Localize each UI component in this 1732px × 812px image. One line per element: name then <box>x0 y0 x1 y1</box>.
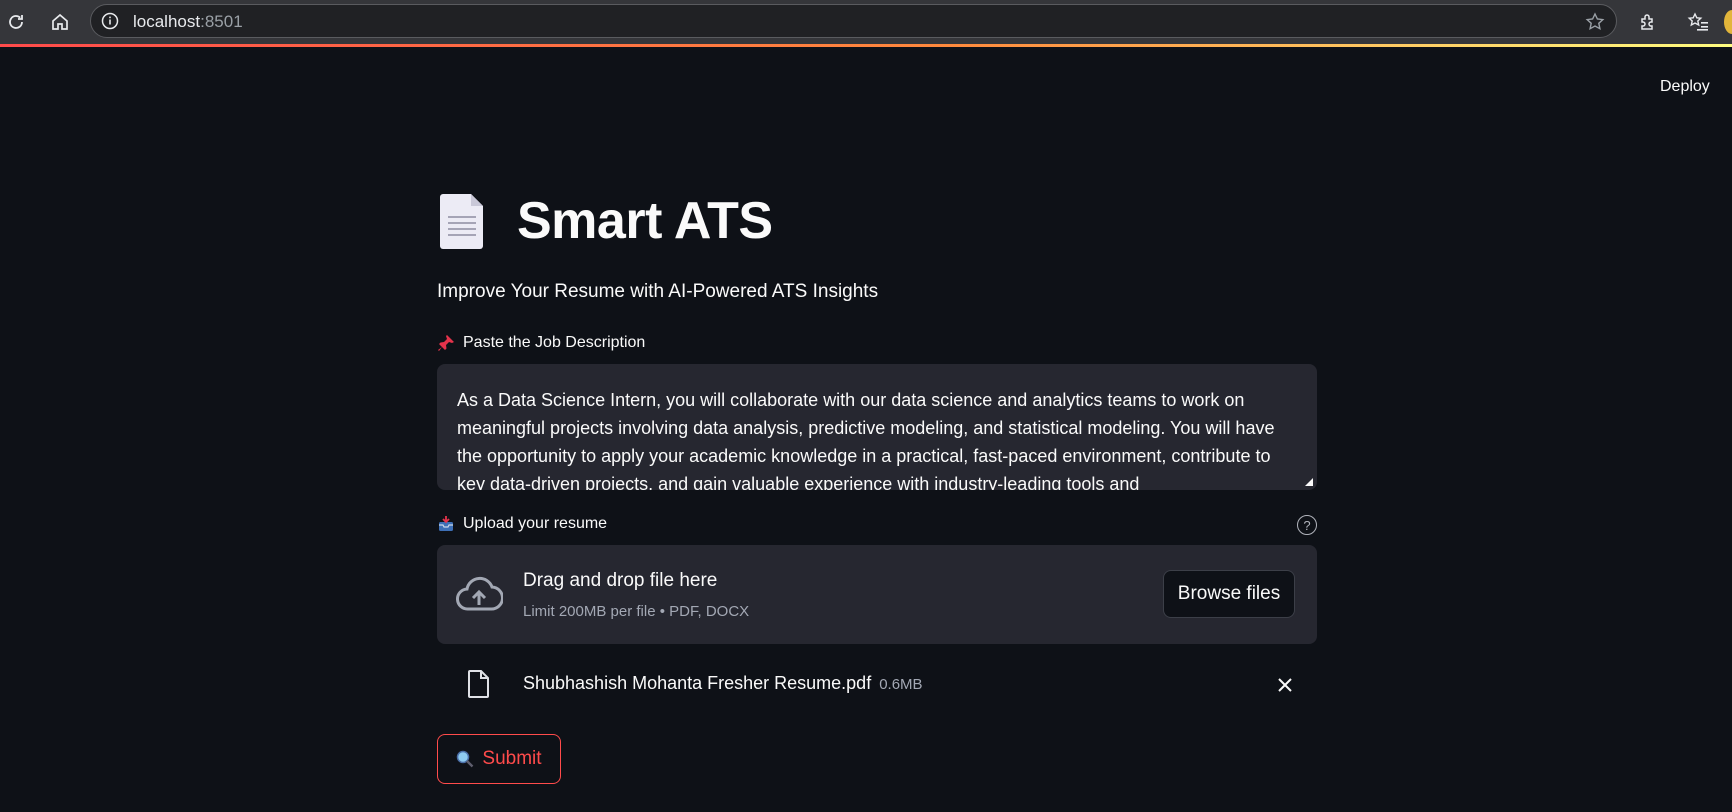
file-name-text: Shubhashish Mohanta Fresher Resume.pdf <box>523 673 872 693</box>
dropzone-limit: Limit 200MB per file • PDF, DOCX <box>523 603 750 620</box>
home-icon[interactable] <box>46 8 74 36</box>
job-description-text[interactable]: As a Data Science Intern, you will colla… <box>457 386 1297 490</box>
submit-button[interactable]: Submit <box>437 734 561 784</box>
resize-handle[interactable] <box>1305 478 1313 486</box>
url-text[interactable]: localhost:8501 <box>133 12 243 32</box>
uploaded-file-name: Shubhashish Mohanta Fresher Resume.pdf 0.… <box>523 673 923 694</box>
browse-files-button[interactable]: Browse files <box>1163 570 1295 618</box>
reload-icon[interactable] <box>2 8 30 36</box>
page-facing-up-icon <box>437 190 489 252</box>
upload-label-text: Upload your resume <box>463 515 608 532</box>
file-dropzone[interactable]: Drag and drop file here Limit 200MB per … <box>437 545 1317 644</box>
dropzone-title: Drag and drop file here <box>523 570 718 591</box>
address-bar[interactable]: localhost:8501 <box>90 4 1617 38</box>
uploaded-file-item: Shubhashish Mohanta Fresher Resume.pdf 0.… <box>437 667 1317 703</box>
app-status-bar <box>0 44 1732 47</box>
page-title: Smart ATS <box>517 192 773 250</box>
file-size: 0.6MB <box>879 676 923 693</box>
deploy-button[interactable]: Deploy <box>1660 78 1710 96</box>
help-icon[interactable]: ? <box>1297 515 1317 535</box>
job-description-label-text: Paste the Job Description <box>463 334 646 351</box>
pushpin-icon <box>437 334 455 352</box>
remove-file-close-icon[interactable] <box>1273 673 1297 697</box>
browser-toolbar: localhost:8501 <box>0 0 1732 46</box>
magnifier-icon <box>456 750 474 768</box>
file-icon <box>467 669 491 699</box>
submit-label: Submit <box>482 748 542 769</box>
site-info-icon[interactable] <box>101 12 119 30</box>
profile-avatar[interactable] <box>1724 10 1732 34</box>
reading-list-icon[interactable] <box>1684 8 1712 36</box>
cloud-upload-icon <box>455 575 504 615</box>
bookmark-star-icon[interactable] <box>1584 11 1606 33</box>
page-subtitle: Improve Your Resume with AI-Powered ATS … <box>437 281 879 302</box>
upload-label: Upload your resume <box>437 515 607 533</box>
inbox-tray-icon <box>437 515 455 533</box>
extensions-icon[interactable] <box>1634 8 1662 36</box>
job-description-textarea[interactable]: As a Data Science Intern, you will colla… <box>437 364 1317 490</box>
job-description-label: Paste the Job Description <box>437 334 645 352</box>
page-title-row: Smart ATS <box>437 190 773 252</box>
